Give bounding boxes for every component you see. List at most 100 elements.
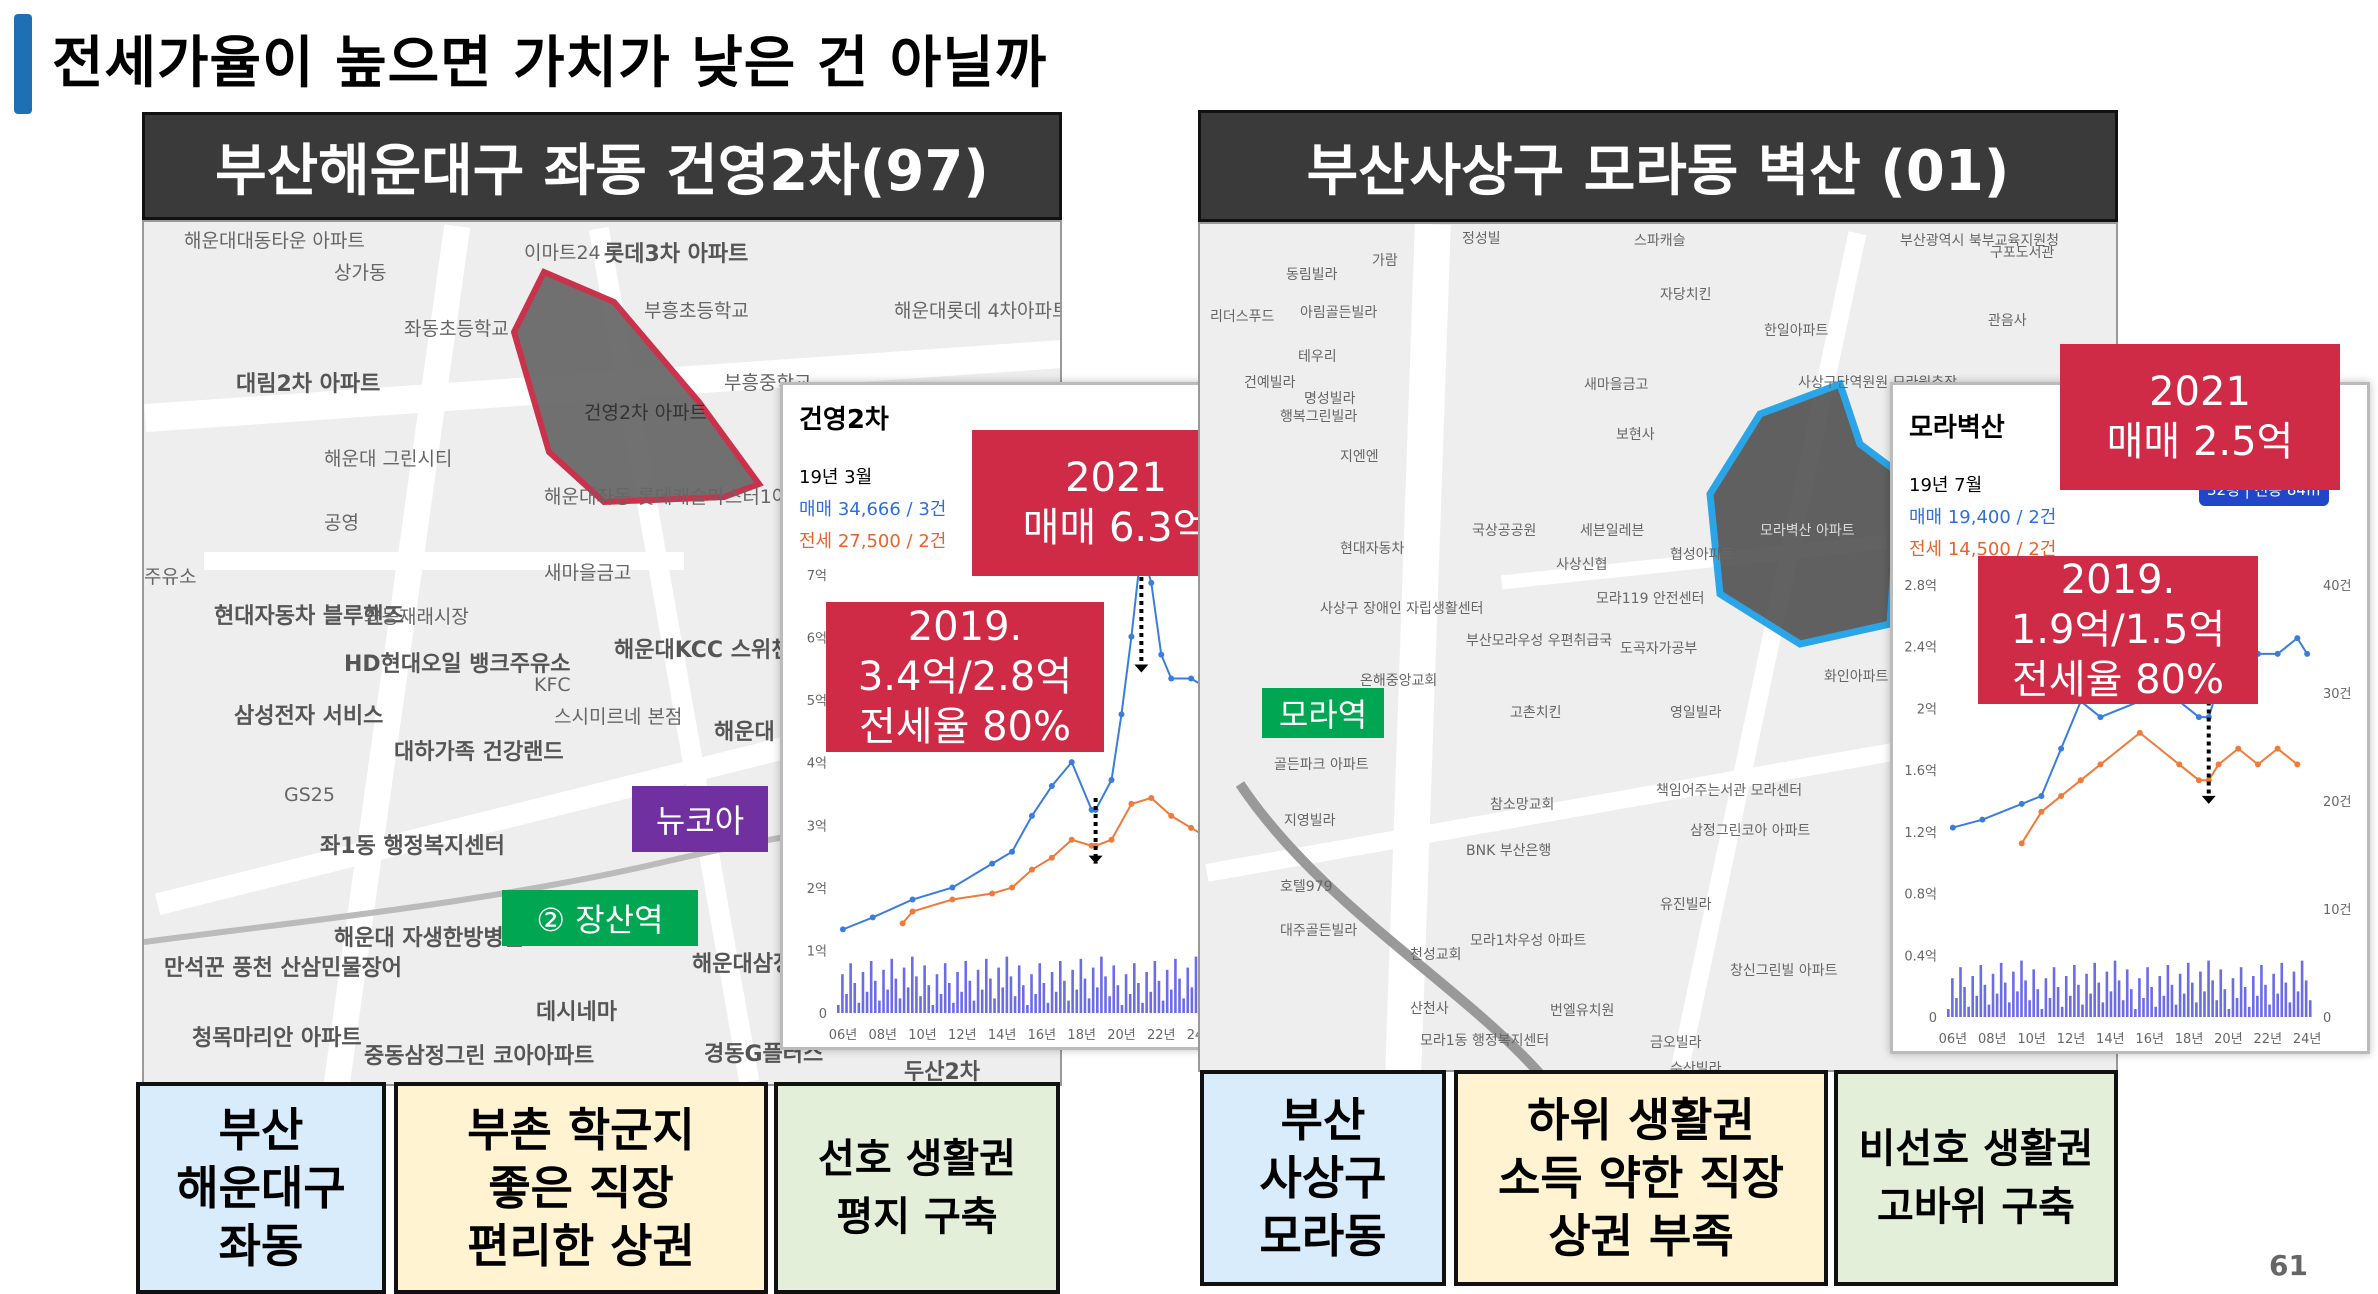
volume-bar [2142,998,2145,1017]
map-label: 동림빌라 [1286,267,1338,283]
volume-bar [2170,984,2174,1017]
map-label: 산천사 [1410,1001,1449,1017]
map-label: 좌동재래시장 [364,606,469,628]
x-tick: 10년 [2017,1032,2046,1047]
data-point [1118,711,1125,718]
volume-bar [2288,1002,2292,1017]
callout-line: 2021 [2149,369,2251,415]
volume-bar [2174,1004,2178,1017]
x-tick: 22년 [1147,1028,1176,1043]
volume-bar [2260,965,2263,1017]
volume-bar [1951,978,1954,1017]
map-label: 책임어주는서관 모라센터 [1656,783,1803,799]
map-label: GS25 [284,784,335,806]
volume-bar [1034,994,1037,1013]
data-point [2254,761,2261,768]
volume-bar [1190,987,1194,1013]
map-label: 부산모라우성 우편취급국 [1466,633,1613,649]
y-right-tick: 10건 [2323,903,2352,918]
volume-bar [898,998,902,1013]
volume-bar [1987,1004,1991,1017]
volume-bar [2166,965,2170,1017]
volume-bar [1995,993,1999,1017]
x-tick: 12년 [948,1028,977,1043]
data-point [1148,794,1155,801]
volume-bar [2162,995,2166,1017]
volume-bar [2032,969,2035,1017]
volume-bar [2048,998,2052,1017]
y-left-tick: 3억 [807,819,827,834]
data-point [1168,812,1175,819]
volume-bar [1157,980,1161,1013]
data-point [1128,800,1135,807]
arrow-head [1134,664,1149,673]
data-point [2097,761,2104,768]
map-label: 호텔979 [1280,879,1333,895]
volume-bar [1963,987,1966,1017]
map-label: 모라1동 행정복지센터 [1420,1033,1550,1049]
volume-bar [2268,1004,2271,1017]
map-label: 삼성전자 서비스 [234,704,384,729]
data-point [949,896,956,903]
volume-bar [2150,987,2153,1017]
volume-bar [2097,982,2101,1017]
volume-bar [1104,976,1107,1013]
map-label: 해운대대동타운 아파트 [184,230,365,252]
volume-bar [886,989,889,1013]
volume-bar [1145,972,1148,1013]
data-point [2058,793,2065,799]
map-label: 삼정그린코아 아파트 [1690,823,1811,839]
volume-bar [2113,960,2117,1017]
y-left-tick: 7억 [807,569,827,584]
map-label: 화인아파트 [1824,669,1889,685]
data-point [1048,854,1055,861]
volume-bar [2130,989,2133,1017]
y-right-tick: 40건 [2323,579,2352,594]
map-label: 청목마리안 아파트 [192,1026,362,1051]
volume-bar [1079,958,1083,1013]
data-point [1108,777,1115,784]
map-label: 아림골든빌라 [1300,305,1378,321]
map-label: 리더스푸드 [1210,309,1275,325]
map-label: 롯데3차 아파트 [604,242,749,267]
volume-bar [2203,991,2206,1017]
volume-bar [2154,1006,2157,1017]
volume-bar [2012,971,2015,1017]
volume-bar [1991,973,1995,1017]
volume-bar [1133,963,1136,1013]
map-label: 지엔엔 [1340,449,1379,465]
volume-bar [997,967,1000,1013]
volume-bar [1983,984,1987,1017]
volume-bar [853,983,857,1013]
volume-bar [1022,985,1025,1013]
data-point [989,860,996,867]
volume-bar [2235,998,2239,1017]
data-point [1009,848,1016,855]
volume-bar [2020,960,2023,1017]
volume-bar [1087,998,1091,1013]
volume-bar [2089,993,2092,1017]
left-2019-callout: 2019. 3.4억/2.8억 전세율 80% [826,602,1104,752]
data-point [2136,729,2143,736]
map-label: 주유소 [144,566,197,588]
data-point [2018,840,2025,847]
data-point [2274,745,2281,752]
map-label: 중동삼정그린 코아아파트 [364,1044,595,1069]
data-point [1188,824,1195,831]
y-left-tick: 4억 [807,757,827,772]
data-point [899,920,906,927]
map-label: 자당치킨 [1660,287,1712,303]
volume-bar [993,998,996,1013]
map-label: 협성아파트 [1670,547,1735,563]
volume-bar [1186,967,1190,1013]
volume-bar [931,1005,935,1013]
volume-bar [1030,974,1033,1013]
map-label: 사상신협 [1556,557,1608,573]
popup-sale: 매매 34,666 / 3건 [799,499,947,520]
volume-bar [2117,980,2121,1017]
volume-bar [2182,993,2186,1017]
volume-bar [1137,983,1140,1013]
map-label: 사상구 장애인 자립생활센터 [1320,601,1484,617]
volume-bar [1108,996,1111,1013]
volume-bar [2069,995,2072,1017]
